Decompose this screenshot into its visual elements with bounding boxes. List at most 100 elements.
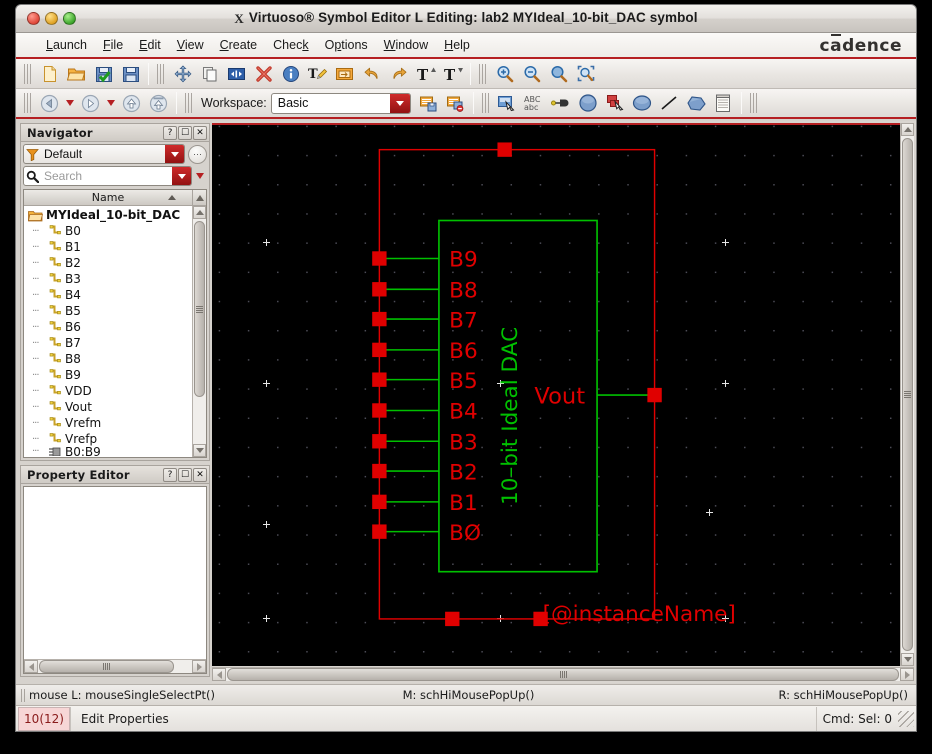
- abc-label-icon[interactable]: ABC abc: [521, 90, 548, 116]
- forward-dropdown-icon[interactable]: [107, 100, 115, 106]
- tree-item-b4[interactable]: ··· B4: [24, 287, 192, 303]
- tree-root-node[interactable]: MYIdeal_10-bit_DAC: [24, 207, 192, 223]
- navigator-vertical-scrollbar[interactable]: [192, 206, 206, 457]
- toolbar-grip-edit[interactable]: [157, 63, 165, 84]
- menu-edit[interactable]: Edit: [131, 36, 169, 54]
- minimize-window-button[interactable]: [45, 12, 58, 25]
- workspace-dropdown-arrow-icon[interactable]: [389, 93, 410, 113]
- up-top-icon[interactable]: [145, 90, 172, 116]
- text-up-icon[interactable]: T: [412, 61, 439, 87]
- zoom-in-icon[interactable]: [491, 61, 518, 87]
- property-editor-scroll-track[interactable]: [38, 660, 192, 673]
- delete-x-icon[interactable]: [250, 61, 277, 87]
- menu-create[interactable]: Create: [212, 36, 266, 54]
- canvas-scroll-right-button[interactable]: [900, 668, 914, 681]
- toolbar-grip-workspace[interactable]: [185, 93, 193, 113]
- canvas-scroll-left-button[interactable]: [212, 668, 226, 681]
- navigator-scroll-up-button[interactable]: [193, 206, 206, 219]
- property-editor-help-button[interactable]: ?: [163, 467, 177, 482]
- stretch-icon[interactable]: [223, 61, 250, 87]
- circle-icon[interactable]: [575, 90, 602, 116]
- canvas-scroll-track-horizontal[interactable]: [226, 668, 900, 681]
- polygon-icon[interactable]: [683, 90, 710, 116]
- open-folder-icon[interactable]: [63, 61, 90, 87]
- save-check-icon[interactable]: [90, 61, 117, 87]
- redo-icon[interactable]: [385, 61, 412, 87]
- canvas-scroll-up-button[interactable]: [901, 123, 914, 136]
- tree-item-b0[interactable]: ··· B0: [24, 223, 192, 239]
- tree-item-b6[interactable]: ··· B6: [24, 319, 192, 335]
- navigator-column-options-button[interactable]: [192, 190, 206, 205]
- ellipse-icon[interactable]: [629, 90, 656, 116]
- delete-workspace-icon[interactable]: [442, 90, 469, 116]
- back-icon[interactable]: [36, 90, 63, 116]
- tree-item-vrefm[interactable]: ··· Vrefm: [24, 415, 192, 431]
- forward-icon[interactable]: [77, 90, 104, 116]
- tree-item-b9[interactable]: ··· B9: [24, 367, 192, 383]
- tree-item-bus[interactable]: ··· B0:B9: [24, 447, 192, 456]
- property-editor-content[interactable]: [23, 486, 207, 674]
- property-edit-icon[interactable]: T: [304, 61, 331, 87]
- zoom-area-icon[interactable]: [572, 61, 599, 87]
- close-window-button[interactable]: [27, 12, 40, 25]
- mousebar-grip[interactable]: [21, 688, 27, 702]
- move-icon[interactable]: [169, 61, 196, 87]
- back-dropdown-icon[interactable]: [66, 100, 74, 106]
- select-icon[interactable]: [494, 90, 521, 116]
- up-icon[interactable]: [118, 90, 145, 116]
- toolbar-grip-zoom[interactable]: [479, 63, 487, 84]
- canvas-scroll-track-vertical[interactable]: [901, 136, 914, 653]
- new-file-icon[interactable]: [36, 61, 63, 87]
- tree-item-vdd[interactable]: ··· VDD: [24, 383, 192, 399]
- toolbar-grip-draw[interactable]: [481, 93, 490, 113]
- save-icon[interactable]: [117, 61, 144, 87]
- menu-file[interactable]: File: [95, 36, 131, 54]
- navigator-scroll-down-button[interactable]: [193, 444, 206, 457]
- zoom-out-icon[interactable]: [518, 61, 545, 87]
- undo-icon[interactable]: [358, 61, 385, 87]
- menu-window[interactable]: Window: [376, 36, 436, 54]
- note-icon[interactable]: [710, 90, 737, 116]
- save-workspace-icon[interactable]: [415, 90, 442, 116]
- navigator-scroll-thumb[interactable]: [194, 221, 205, 397]
- navigator-filter-dropdown-icon[interactable]: [165, 145, 184, 163]
- tree-item-b5[interactable]: ··· B5: [24, 303, 192, 319]
- navigator-filter-combo[interactable]: Default: [23, 144, 185, 164]
- line-icon[interactable]: [656, 90, 683, 116]
- canvas-scroll-thumb-horizontal[interactable]: [227, 668, 899, 681]
- rect-select-icon[interactable]: [602, 90, 629, 116]
- canvas-horizontal-scrollbar[interactable]: [212, 667, 914, 681]
- menu-check[interactable]: Check: [265, 36, 316, 54]
- canvas-scroll-down-button[interactable]: [901, 653, 914, 666]
- symbol-canvas[interactable]: B9 B8 B7 B6 B5 B4 B3 B2 B1 BØ Vout 10–bi…: [212, 123, 900, 666]
- property-editor-undock-button[interactable]: ☐: [178, 467, 192, 482]
- workspace-combo[interactable]: Basic: [270, 92, 411, 114]
- navigator-search-dropdown-icon[interactable]: [172, 167, 191, 185]
- navigator-search-box[interactable]: Search: [23, 166, 192, 186]
- menu-options[interactable]: Options: [317, 36, 376, 54]
- property-editor-empty-area[interactable]: [24, 487, 206, 659]
- property-editor-close-button[interactable]: ✕: [193, 467, 207, 482]
- tree-item-b7[interactable]: ··· B7: [24, 335, 192, 351]
- navigator-search-menu-icon[interactable]: [196, 173, 204, 179]
- property-editor-scroll-right-button[interactable]: [192, 660, 206, 673]
- pin-icon[interactable]: [548, 90, 575, 116]
- info-icon[interactable]: [277, 61, 304, 87]
- zoom-fit-icon[interactable]: [545, 61, 572, 87]
- navigator-search-input[interactable]: Search: [41, 169, 172, 183]
- property-editor-scroll-thumb[interactable]: [39, 660, 174, 673]
- property-editor-scroll-left-button[interactable]: [24, 660, 38, 673]
- canvas-scroll-thumb-vertical[interactable]: [902, 138, 913, 651]
- toolbar-grip-nav[interactable]: [24, 93, 32, 113]
- tree-item-b3[interactable]: ··· B3: [24, 271, 192, 287]
- tree-item-b8[interactable]: ··· B8: [24, 351, 192, 367]
- tree-item-vout[interactable]: ··· Vout: [24, 399, 192, 415]
- instance-icon[interactable]: [331, 61, 358, 87]
- canvas-vertical-scrollbar[interactable]: [900, 123, 914, 666]
- tree-item-b1[interactable]: ··· B1: [24, 239, 192, 255]
- window-resize-grip[interactable]: [898, 710, 914, 727]
- navigator-column-name[interactable]: Name: [24, 191, 192, 204]
- navigator-help-button[interactable]: ?: [163, 125, 177, 140]
- toolbar-grip-end[interactable]: [749, 93, 758, 113]
- navigator-undock-button[interactable]: ☐: [178, 125, 192, 140]
